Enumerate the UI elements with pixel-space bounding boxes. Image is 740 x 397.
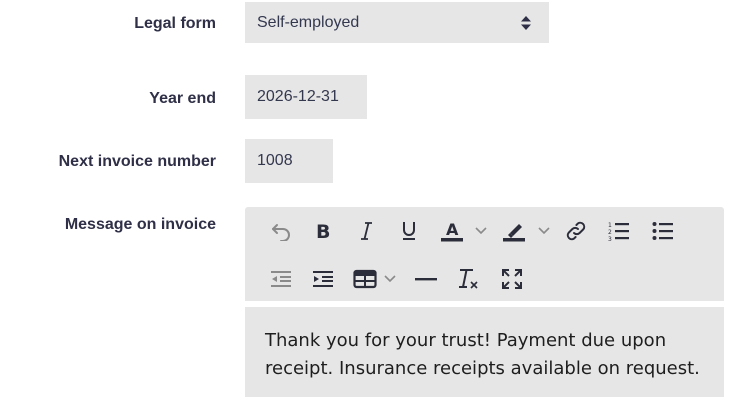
chevron-down-icon [475,227,487,235]
message-editor[interactable]: Thank you for your trust! Payment due up… [245,307,724,397]
legal-form-label: Legal form [134,15,216,32]
underline-button[interactable] [397,215,421,247]
clear-formatting-button[interactable] [456,263,480,295]
undo-button[interactable] [267,215,295,247]
table-button[interactable] [352,263,378,295]
indent-icon [313,271,333,287]
italic-button[interactable] [355,215,377,247]
next-invoice-value: 1008 [257,152,293,169]
bulleted-list-button[interactable] [651,215,675,247]
legal-form-select[interactable]: Self-employed [245,2,549,43]
clear-formatting-icon [459,269,478,289]
fullscreen-button[interactable] [500,263,524,295]
outdent-icon [271,271,291,287]
editor-toolbar: B A 1 2 3 [245,207,724,301]
numbered-list-button[interactable]: 1 2 3 [607,215,631,247]
message-text: Thank you for your trust! Payment due up… [265,330,700,379]
indent-button[interactable] [311,263,335,295]
chevron-down-icon [384,275,396,283]
next-invoice-input[interactable]: 1008 [245,139,333,183]
font-color-button[interactable]: A [439,215,465,247]
select-arrows-icon [521,15,531,30]
numbered-list-icon: 1 2 3 [608,222,629,242]
message-label: Message on invoice [64,216,216,233]
font-color-dropdown[interactable] [473,215,489,247]
highlight-icon [503,224,525,242]
horizontal-line-button[interactable] [413,263,439,295]
svg-text:3: 3 [608,236,612,242]
horizontal-line-icon [415,278,437,281]
next-invoice-label: Next invoice number [58,153,216,170]
underline-icon [403,222,415,240]
year-end-input[interactable]: 2026-12-31 [245,75,367,119]
fullscreen-icon [502,269,522,289]
svg-text:1: 1 [608,222,612,229]
table-dropdown[interactable] [382,263,398,295]
outdent-button[interactable] [269,263,293,295]
svg-text:B: B [316,221,330,241]
highlight-button[interactable] [501,215,527,247]
highlight-dropdown[interactable] [536,215,552,247]
year-end-label: Year end [149,90,216,107]
legal-form-value: Self-employed [257,13,360,31]
bold-icon: B [316,221,330,241]
year-end-value: 2026-12-31 [257,88,339,105]
chevron-down-icon [538,227,550,235]
bulleted-list-icon [652,222,673,240]
undo-icon [272,224,290,241]
font-color-icon: A [441,220,463,242]
link-icon [566,221,586,241]
italic-icon [361,222,372,240]
svg-text:A: A [446,220,459,239]
table-icon [353,269,377,289]
bold-button[interactable]: B [311,215,335,247]
svg-text:2: 2 [608,229,612,236]
link-button[interactable] [563,215,589,247]
